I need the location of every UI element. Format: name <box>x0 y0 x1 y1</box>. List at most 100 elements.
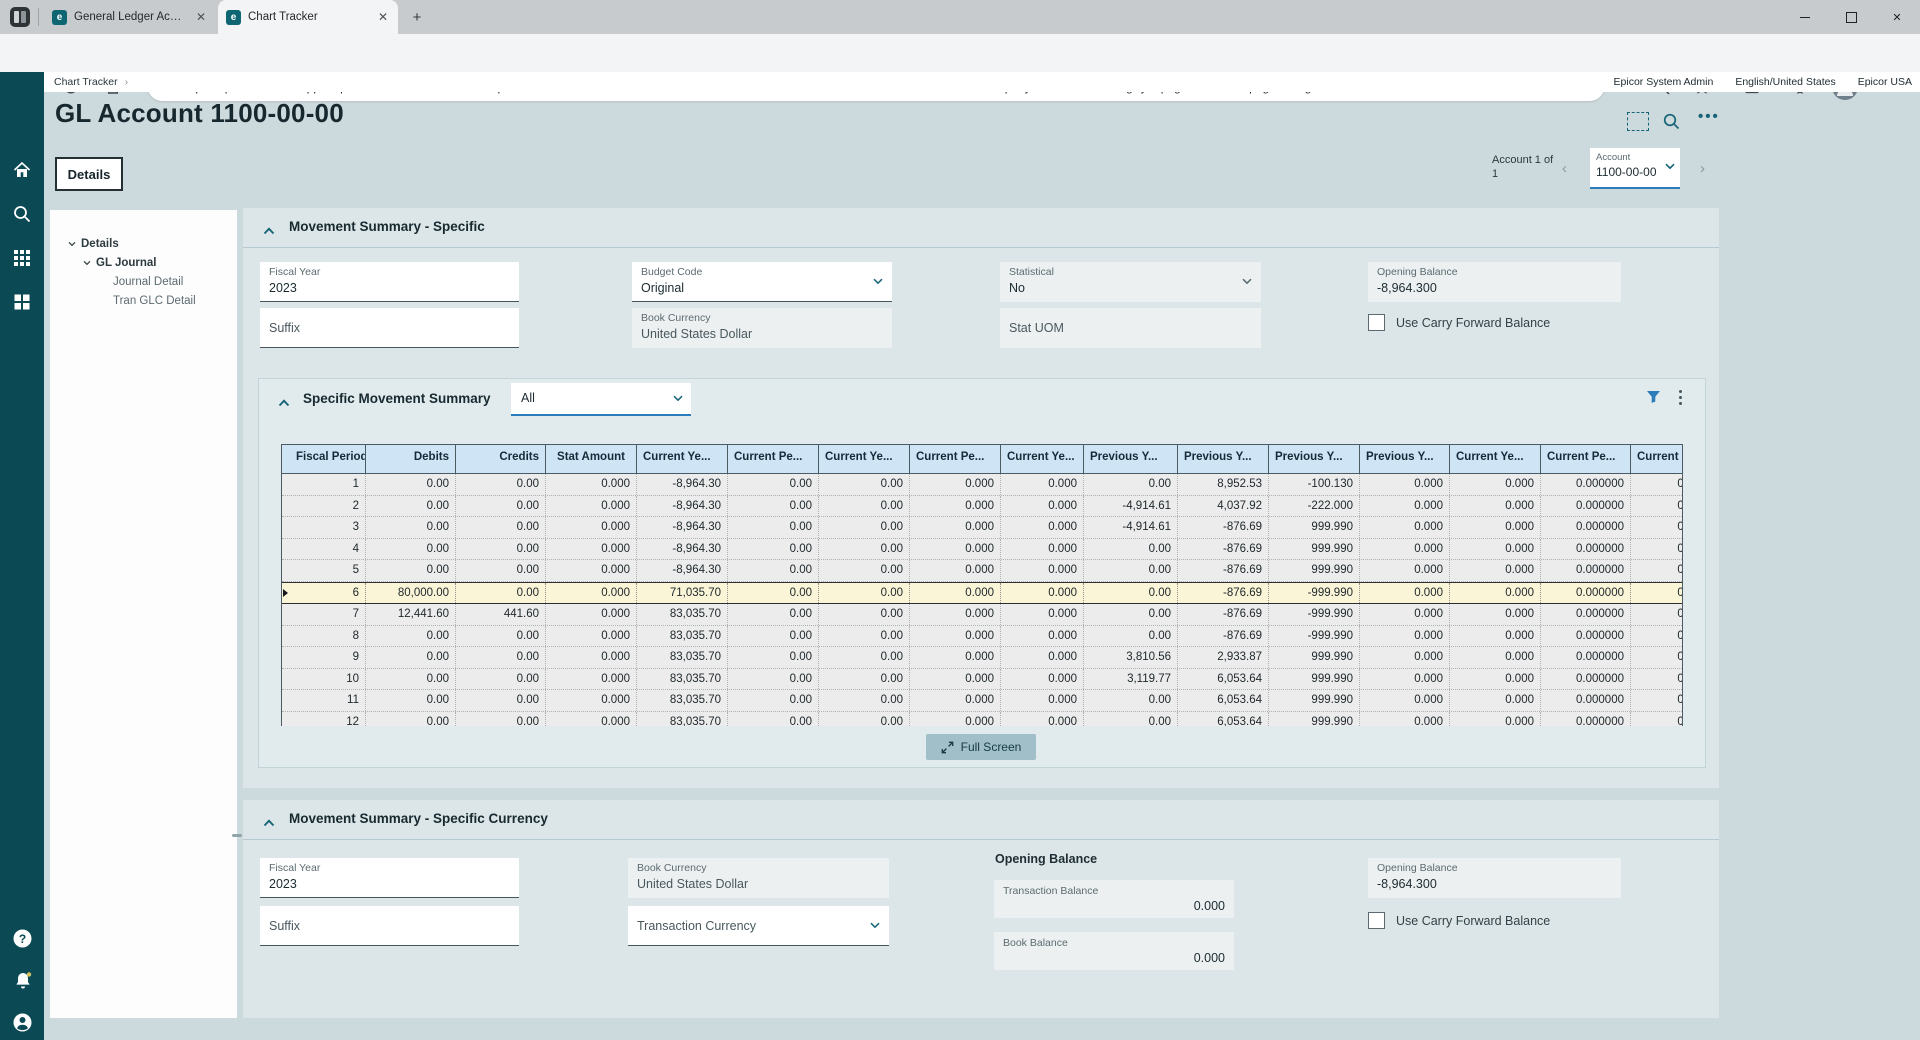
grid-cell[interactable]: 0.000000 <box>1541 626 1631 647</box>
account-combo[interactable]: Account 1100-00-00 <box>1590 148 1680 189</box>
grid-column-header[interactable]: Current Ye... <box>1450 445 1541 473</box>
grid-cell[interactable]: -999.990 <box>1269 626 1360 647</box>
grid-cell[interactable]: 0.00 <box>819 560 910 581</box>
grid-cell[interactable]: 999.990 <box>1269 712 1360 727</box>
grid-cell[interactable]: 0.000 <box>1360 712 1450 727</box>
grid-row-period-6[interactable]: 680,000.000.000.00071,035.700.000.000.00… <box>282 582 1682 605</box>
grid-cell[interactable]: 0.00 <box>728 604 819 625</box>
grid-cell[interactable]: 0.00 <box>1084 712 1178 727</box>
grid-column-header[interactable]: Current Ye... <box>1001 445 1084 473</box>
grid-cell[interactable]: 0.00 <box>819 712 910 727</box>
help-icon[interactable]: ? <box>12 928 32 948</box>
grid-column-header[interactable]: Current Ye... <box>637 445 728 473</box>
previous-record-icon[interactable]: ‹ <box>1562 160 1567 177</box>
grid-cell[interactable]: 0.00 <box>366 517 456 538</box>
fiscal-year-field[interactable]: Fiscal Year 2023 <box>260 262 519 302</box>
grid-cell[interactable]: 0.00 <box>819 604 910 625</box>
grid-cell[interactable]: 0.00 <box>819 690 910 711</box>
grid-cell[interactable]: 0.00 <box>728 539 819 560</box>
breadcrumb-label[interactable]: Chart Tracker <box>54 76 118 88</box>
grid-column-header[interactable]: Stat Amount <box>546 445 637 473</box>
grid-cell[interactable]: 0.00 <box>819 669 910 690</box>
grid-cell[interactable]: 0.00 <box>1084 583 1178 604</box>
grid-cell[interactable]: -100.130 <box>1269 474 1360 495</box>
tree-item-journal-detail[interactable]: Journal Detail <box>50 272 237 291</box>
grid-cell[interactable]: 83,035.70 <box>637 690 728 711</box>
grid-cell[interactable]: 0.00 <box>456 626 546 647</box>
grid-cell[interactable]: 6,053.64 <box>1178 712 1269 727</box>
grid-cell[interactable]: 0.000 <box>1450 626 1541 647</box>
current-user[interactable]: Epicor System Admin <box>1614 76 1714 88</box>
grid-cell[interactable]: -876.69 <box>1178 539 1269 560</box>
grid-cell[interactable]: -8,964.30 <box>637 517 728 538</box>
search-nav-icon[interactable] <box>12 204 32 224</box>
current-company[interactable]: Epicor USA <box>1858 76 1912 88</box>
grid-cell[interactable]: 0.00000 <box>1631 517 1683 538</box>
suffix-field-currency[interactable]: Suffix <box>260 906 519 946</box>
grid-cell[interactable]: 1 <box>290 474 366 495</box>
grid-column-header[interactable]: Previous Y... <box>1084 445 1178 473</box>
grid-cell[interactable]: 0.000 <box>910 474 1001 495</box>
grid-cell[interactable]: 0.00 <box>366 560 456 581</box>
grid-cell[interactable]: 6,053.64 <box>1178 690 1269 711</box>
grid-column-header[interactable]: Debits <box>366 445 456 473</box>
grid-row-period-2[interactable]: 20.000.000.000-8,964.300.000.000.0000.00… <box>282 496 1682 518</box>
grid-cell[interactable]: 0.000 <box>1360 647 1450 668</box>
grid-column-header[interactable]: Fiscal Period <box>290 445 366 473</box>
grid-cell[interactable]: 999.990 <box>1269 690 1360 711</box>
grid-cell[interactable]: 0.000 <box>910 560 1001 581</box>
maximize-button[interactable] <box>1828 0 1874 34</box>
grid-cell[interactable]: 0.00 <box>456 690 546 711</box>
grid-cell[interactable]: 0.00 <box>1084 690 1178 711</box>
grid-cell[interactable]: -876.69 <box>1178 583 1269 604</box>
grid-cell[interactable]: 0.00 <box>819 626 910 647</box>
grid-cell[interactable]: 0.00000 <box>1631 583 1683 604</box>
summary-filter-dropdown[interactable]: All <box>511 383 691 416</box>
grid-cell[interactable]: -999.990 <box>1269 583 1360 604</box>
grid-cell[interactable]: 0.00 <box>728 583 819 604</box>
browser-tab-chart-tracker[interactable]: e Chart Tracker ✕ <box>218 0 398 34</box>
grid-cell[interactable]: 0.00 <box>366 626 456 647</box>
grid-cell[interactable]: 0.00 <box>456 669 546 690</box>
full-screen-button[interactable]: Full Screen <box>926 734 1036 760</box>
grid-cell[interactable]: 0.000 <box>910 604 1001 625</box>
grid-cell[interactable]: -876.69 <box>1178 626 1269 647</box>
grid-cell[interactable]: 0.000 <box>1360 539 1450 560</box>
grid-cell[interactable]: 0.000 <box>1001 690 1084 711</box>
grid-row-period-11[interactable]: 110.000.000.00083,035.700.000.000.0000.0… <box>282 690 1682 712</box>
grid-cell[interactable]: 999.990 <box>1269 647 1360 668</box>
grid-cell[interactable]: 0.00 <box>819 517 910 538</box>
movement-grid[interactable]: Fiscal PeriodDebitsCreditsStat AmountCur… <box>281 444 1683 726</box>
grid-row-period-10[interactable]: 100.000.000.00083,035.700.000.000.0000.0… <box>282 669 1682 691</box>
current-locale[interactable]: English/United States <box>1735 76 1835 88</box>
grid-cell[interactable]: 0.000 <box>910 517 1001 538</box>
grid-cell[interactable]: 0.000000 <box>1541 583 1631 604</box>
overlay-layout-icon[interactable] <box>1627 112 1649 131</box>
grid-cell[interactable]: 0.00 <box>366 539 456 560</box>
grid-cell[interactable]: 0.000000 <box>1541 647 1631 668</box>
grid-cell[interactable]: 0.00 <box>456 474 546 495</box>
grid-cell[interactable]: 0.000 <box>910 712 1001 727</box>
grid-cell[interactable]: 0.000 <box>1450 604 1541 625</box>
fiscal-year-field-currency[interactable]: Fiscal Year 2023 <box>260 858 519 898</box>
grid-cell[interactable]: 0.000000 <box>1541 669 1631 690</box>
grid-cell[interactable]: -8,964.30 <box>637 496 728 517</box>
grid-cell[interactable]: 0.00 <box>728 712 819 727</box>
grid-cell[interactable]: 0.000 <box>1001 474 1084 495</box>
grid-cell[interactable]: 0.00000 <box>1631 496 1683 517</box>
grid-cell[interactable]: 0.000 <box>1450 690 1541 711</box>
grid-cell[interactable]: -876.69 <box>1178 560 1269 581</box>
grid-cell[interactable]: 0.000 <box>1360 583 1450 604</box>
grid-cell[interactable]: 0.00 <box>819 496 910 517</box>
grid-cell[interactable]: 0.000 <box>1360 560 1450 581</box>
breadcrumb[interactable]: Chart Tracker › <box>54 76 128 88</box>
grid-row-period-1[interactable]: 10.000.000.000-8,964.300.000.000.0000.00… <box>282 474 1682 496</box>
grid-cell[interactable]: 0.000000 <box>1541 560 1631 581</box>
apps-grid-icon[interactable] <box>12 248 32 268</box>
grid-cell[interactable]: 12,441.60 <box>366 604 456 625</box>
minimize-button[interactable] <box>1782 0 1828 34</box>
home-nav-icon[interactable] <box>12 160 32 180</box>
grid-cell[interactable]: 0.000 <box>1001 560 1084 581</box>
grid-cell[interactable]: 0.000 <box>1450 517 1541 538</box>
grid-cell[interactable]: 4,037.92 <box>1178 496 1269 517</box>
